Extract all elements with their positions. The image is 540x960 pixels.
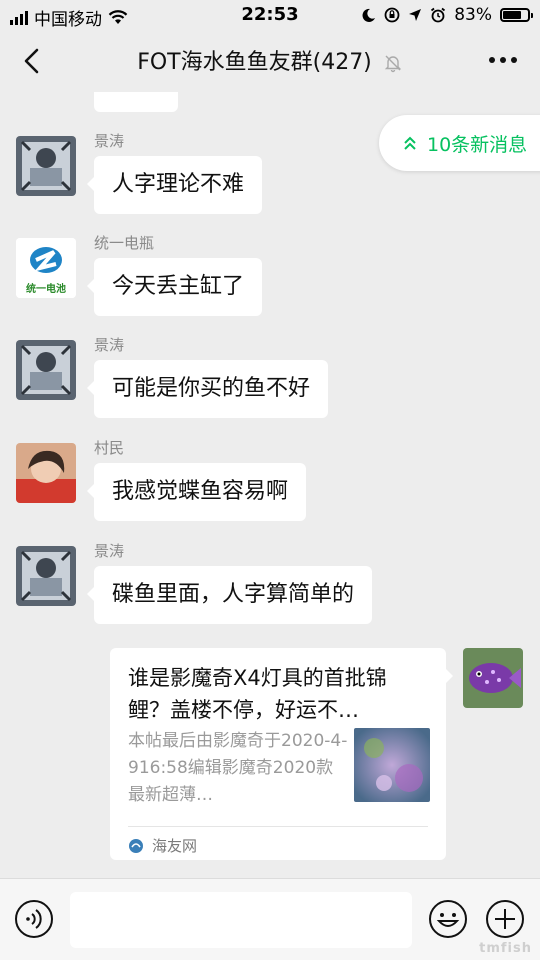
link-card-thumbnail [354,728,430,802]
sender-name: 景涛 [94,542,125,560]
link-card-description: 本帖最后由影魔奇于2020-4-916:58编辑影魔奇2020款最新超薄… [128,731,348,805]
message-bubble[interactable]: 碟鱼里面，人字算简单的 [86,566,373,624]
avatar[interactable] [16,340,76,400]
source-logo-icon [129,838,143,853]
self-avatar[interactable] [463,648,523,708]
watermark: tmfish [479,941,532,956]
link-card-source: 海友网 [128,835,197,856]
nav-bar: FOT海水鱼鱼友群(427) [0,30,540,92]
message-bubble[interactable]: 可能是你买的鱼不好 [86,360,329,418]
status-bar: 中国移动 22:53 83% [0,0,540,30]
sender-name: 景涛 [94,132,125,150]
alarm-icon [431,7,446,23]
avatar[interactable] [16,136,76,196]
divider [128,826,428,827]
message-input[interactable] [70,892,412,948]
message-bubble[interactable]: 人字理论不难 [86,156,263,214]
emoji-icon[interactable] [428,899,468,939]
link-card-source-name: 海友网 [152,837,198,855]
plus-icon[interactable] [485,899,525,939]
avatar[interactable] [16,443,76,503]
sender-name: 景涛 [94,336,125,354]
sender-name: 村民 [94,439,125,457]
chat-title-text: FOT海水鱼鱼友群(427) [137,50,372,75]
avatar[interactable] [16,546,76,606]
chat-title: FOT海水鱼鱼友群(427) [0,44,540,76]
rotation-lock-icon [384,7,400,23]
input-bar: tmfish [0,878,540,960]
new-messages-label: 10条新消息 [427,133,528,156]
moon-icon [362,8,376,22]
bell-muted-icon [384,55,401,73]
avatar[interactable]: 统一电池 [16,238,76,298]
battery-icon [500,8,533,22]
sender-name: 统一电瓶 [94,234,155,252]
voice-icon[interactable] [14,899,54,939]
avatar-brand-text: 统一电池 [26,284,66,295]
location-icon [409,9,422,21]
link-card[interactable]: 谁是影魔奇X4灯具的首批锦鲤？盖楼不停，好运不… 本帖最后由影魔奇于2020-4… [110,648,453,860]
double-chevron-up-icon [404,136,416,150]
partial-message [94,92,178,112]
message-bubble[interactable]: 今天丢主缸了 [86,258,263,316]
more-dots-icon[interactable] [486,48,520,72]
new-messages-button[interactable]: 10条新消息 [379,115,540,171]
message-bubble[interactable]: 我感觉蝶鱼容易啊 [86,463,307,521]
link-card-title: 谁是影魔奇X4灯具的首批锦鲤？盖楼不停，好运不… [128,666,387,722]
battery-percent: 83% [454,5,492,25]
